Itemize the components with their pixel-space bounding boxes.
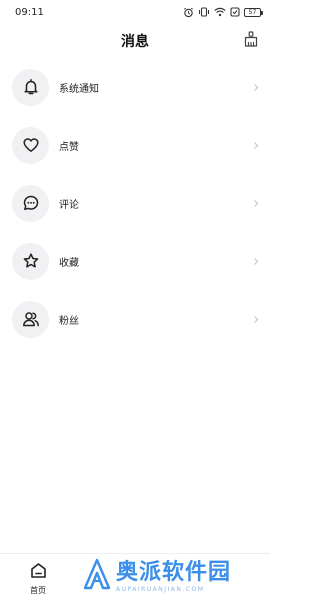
chevron-right-icon bbox=[252, 198, 260, 208]
messages-screen: 09:11 57 消息 系统通知 点赞 评论 收藏 粉丝 首页 奥派软件园 AU… bbox=[0, 0, 270, 600]
star-icon bbox=[12, 242, 49, 280]
battery-level: 57 bbox=[248, 8, 257, 16]
home-icon bbox=[30, 562, 47, 583]
bottom-nav: 首页 奥派软件园 AUPAIRUANJIAN.COM bbox=[0, 553, 270, 600]
status-bar: 09:11 57 bbox=[0, 0, 270, 24]
heart-icon bbox=[12, 126, 49, 164]
broom-icon bbox=[243, 31, 259, 51]
page-header: 消息 bbox=[0, 24, 270, 58]
chevron-right-icon bbox=[252, 256, 260, 266]
list-item-label: 收藏 bbox=[59, 257, 79, 269]
watermark-text: 奥派软件园 AUPAIRUANJIAN.COM bbox=[116, 560, 231, 593]
list-item-fans[interactable]: 粉丝 bbox=[0, 290, 270, 348]
list-item-comments[interactable]: 评论 bbox=[0, 174, 270, 232]
watermark-title: 奥派软件园 bbox=[116, 559, 232, 585]
notification-icon bbox=[230, 7, 240, 17]
wifi-icon bbox=[214, 7, 226, 17]
message-category-list: 系统通知 点赞 评论 收藏 粉丝 bbox=[0, 58, 270, 348]
chevron-right-icon bbox=[252, 140, 260, 150]
list-item-label: 粉丝 bbox=[59, 315, 79, 327]
status-icons: 57 bbox=[183, 7, 263, 18]
chevron-right-icon bbox=[252, 314, 260, 324]
list-item-likes[interactable]: 点赞 bbox=[0, 116, 270, 174]
vibrate-icon bbox=[198, 7, 210, 17]
page-title: 消息 bbox=[121, 34, 149, 50]
list-item-favorites[interactable]: 收藏 bbox=[0, 232, 270, 290]
users-icon bbox=[12, 300, 49, 338]
nav-home-button[interactable]: 首页 bbox=[18, 562, 58, 596]
watermark: 奥派软件园 AUPAIRUANJIAN.COM bbox=[82, 558, 231, 594]
clear-messages-button[interactable] bbox=[242, 31, 260, 51]
status-time: 09:11 bbox=[15, 6, 44, 18]
nav-home-label: 首页 bbox=[30, 586, 46, 595]
watermark-logo bbox=[82, 558, 112, 594]
comment-icon bbox=[12, 184, 49, 222]
list-item-system-notice[interactable]: 系统通知 bbox=[0, 58, 270, 116]
list-item-label: 点赞 bbox=[59, 141, 79, 153]
list-item-label: 系统通知 bbox=[59, 83, 99, 95]
chevron-right-icon bbox=[252, 82, 260, 92]
alarm-icon bbox=[183, 7, 194, 18]
watermark-subtitle: AUPAIRUANJIAN.COM bbox=[116, 585, 205, 593]
list-item-label: 评论 bbox=[59, 199, 79, 211]
bell-icon bbox=[12, 68, 49, 106]
battery-icon: 57 bbox=[244, 7, 263, 17]
